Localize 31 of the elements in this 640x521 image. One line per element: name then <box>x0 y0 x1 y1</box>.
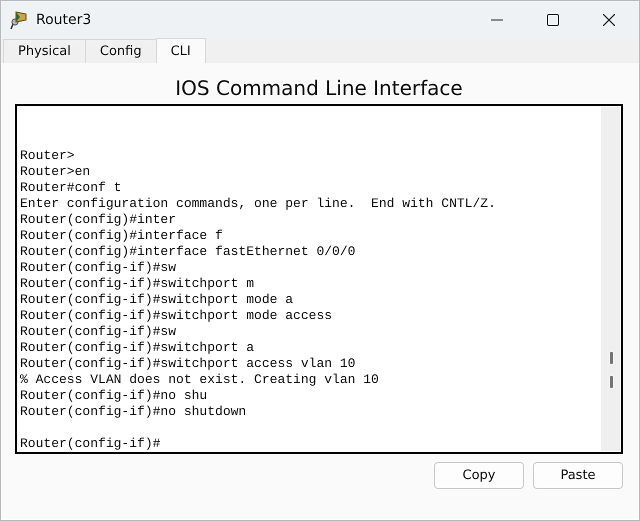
terminal-line: Router(config-if)# <box>20 436 160 451</box>
scrollbar[interactable] <box>601 106 621 452</box>
terminal-line: Router(config-if)#sw <box>20 324 176 339</box>
terminal-line: % Access VLAN does not exist. Creating vlan 10 <box>20 372 379 387</box>
terminal-line: Router(config-if)#sw <box>20 260 176 275</box>
maximize-icon[interactable] <box>547 14 559 26</box>
terminal-line: Router(config-if)#switchport a <box>20 340 254 355</box>
minimize-icon[interactable] <box>491 19 503 21</box>
scroll-thumb[interactable] <box>610 376 612 388</box>
scroll-thumb[interactable] <box>610 352 612 364</box>
tab[interactable]: CLI <box>156 38 206 63</box>
terminal-line: Router(config-if)#switchport mode a <box>20 292 294 307</box>
terminal-line: Enter configuration commands, one per line. End with CNTL/Z. <box>20 196 496 211</box>
action-button[interactable]: Paste <box>533 462 623 489</box>
terminal-line: Router(config-if)#switchport mode access <box>20 308 332 323</box>
terminal-line: Router(config-if)#no shu <box>20 388 208 403</box>
terminal-line: Router>en <box>20 164 90 179</box>
terminal-line: Router(config)#interface f <box>20 228 223 243</box>
action-button[interactable]: Copy <box>434 462 524 489</box>
terminal-line: Router(config)#interface fastEthernet 0/0/0 <box>20 244 356 259</box>
terminal-line: Router#conf t <box>20 180 122 195</box>
terminal-line: Router> <box>20 148 75 163</box>
terminal-line: Router(config-if)#no shutdown <box>20 404 246 419</box>
router-icon <box>10 10 28 30</box>
terminal-line: Router(config-if)#switchport m <box>20 276 254 291</box>
heading: IOS Command Line Interface <box>174 75 464 102</box>
tab[interactable]: Physical <box>3 39 86 63</box>
window-title: Router3 <box>36 12 92 28</box>
terminal-line: Router(config)#inter <box>20 212 176 227</box>
terminal-line: Router(config-if)#switchport access vlan 10 <box>20 356 356 371</box>
close-icon[interactable] <box>603 14 615 26</box>
